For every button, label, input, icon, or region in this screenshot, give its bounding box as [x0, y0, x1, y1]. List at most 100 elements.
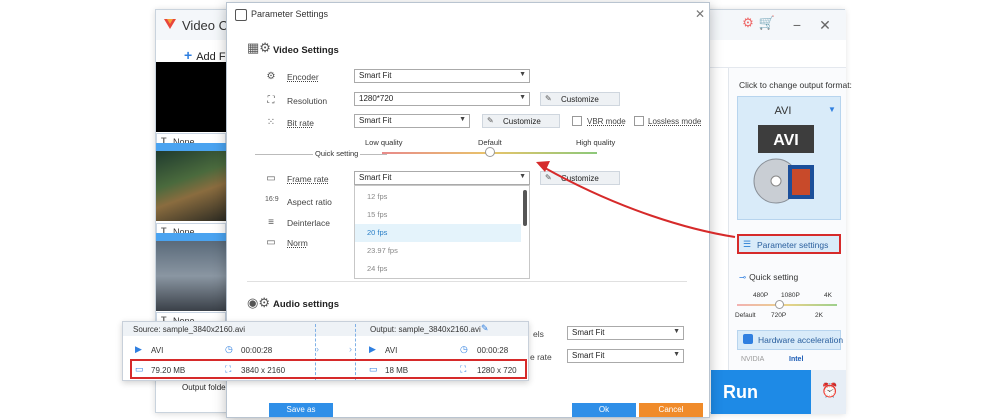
- deinterlace-label: Deinterlace: [287, 218, 330, 228]
- avi-format-icon: AVI: [753, 125, 814, 204]
- resolution-label: Resolution: [287, 96, 328, 106]
- encoder-label: Encoder: [287, 72, 319, 82]
- video-settings-heading: Video Settings: [273, 45, 339, 56]
- frame-rate-label: Frame rate: [287, 174, 329, 184]
- quality-slider-knob[interactable]: [775, 300, 784, 309]
- audio-channels-select[interactable]: Smart Fit ▼: [567, 326, 684, 340]
- frame-rate-dropdown-list[interactable]: 12 fps 15 fps 20 fps 23.97 fps 24 fps: [354, 185, 530, 279]
- fps-option[interactable]: 12 fps: [355, 188, 521, 206]
- aspect-ratio-icon: 16:9: [265, 196, 279, 203]
- edit-pencil-icon[interactable]: ✎: [481, 323, 489, 334]
- parameter-settings-label: Parameter settings: [757, 240, 829, 250]
- resolution-value: 1280*720: [359, 94, 394, 103]
- encoder-select[interactable]: Smart Fit ▼: [354, 69, 530, 83]
- settings-window-icon: [235, 9, 247, 21]
- clock-icon: ◷: [460, 344, 468, 354]
- bitrate-select[interactable]: Smart Fit ▼: [354, 114, 470, 128]
- resolution-customize-button[interactable]: ✎ Customize: [540, 92, 620, 106]
- resolution-select[interactable]: 1280*720 ▼: [354, 92, 530, 106]
- video-thumbnail-3[interactable]: [156, 241, 226, 311]
- source-output-info-panel: Source: sample_3840x2160.avi Output: sam…: [122, 321, 529, 381]
- frame-rate-icon: ▭: [266, 173, 276, 184]
- pencil-icon: ✎: [545, 94, 552, 103]
- section-divider: [247, 281, 687, 282]
- format-selector[interactable]: AVI ▼ AVI: [737, 96, 841, 220]
- fps-option[interactable]: 23.97 fps: [355, 242, 521, 260]
- dialog-title: Parameter Settings: [251, 9, 329, 19]
- aspect-ratio-label: Aspect ratio: [287, 197, 332, 207]
- fps-option[interactable]: 15 fps: [355, 206, 521, 224]
- norm-icon: ▭: [266, 237, 276, 248]
- video-file-icon: ▶: [135, 344, 142, 354]
- close-app-button[interactable]: ✕: [816, 16, 834, 34]
- customize-label: Customize: [561, 95, 599, 104]
- default-quality-label: Default: [478, 138, 502, 147]
- fps-option[interactable]: 24 fps: [355, 260, 521, 278]
- quality-slider[interactable]: [737, 304, 837, 306]
- item-status-strip: [156, 143, 226, 151]
- audio-row-label: els: [533, 329, 544, 339]
- hardware-acceleration-label: Hardware acceleration: [758, 335, 844, 345]
- deinterlace-icon: ≡: [268, 217, 274, 228]
- parameter-settings-button[interactable]: ☰ Parameter settings: [737, 234, 841, 254]
- video-file-icon: ▶: [369, 344, 376, 354]
- app-logo-icon: [164, 19, 176, 29]
- bitrate-label: Bit rate: [287, 118, 314, 128]
- chevron-right-icon: ›: [316, 344, 319, 354]
- pencil-icon: ✎: [487, 116, 494, 125]
- chevron-down-icon: ▼: [519, 94, 526, 101]
- screenshot-stage: Video Conv ⚙ 🛒 − ✕ + Add File T None T No…: [0, 0, 1000, 420]
- vbr-mode-label: VBR mode: [587, 117, 626, 126]
- frame-rate-customize-button[interactable]: ✎ Customize: [540, 171, 620, 185]
- output-format-panel: Click to change output format: AVI ▼ AVI…: [728, 68, 852, 414]
- bitrate-customize-button[interactable]: ✎ Customize: [482, 114, 560, 128]
- chip-icon: [743, 334, 753, 344]
- bitrate-value: Smart Fit: [359, 116, 392, 125]
- source-format: AVI: [151, 346, 164, 355]
- alarm-clock-button[interactable]: ⏰: [811, 370, 846, 414]
- output-filename: Output: sample_3840x2160.avi: [370, 325, 481, 334]
- ok-button[interactable]: Ok: [572, 403, 636, 417]
- item-status-strip: [156, 233, 226, 241]
- dialog-titlebar: Parameter Settings ✕: [227, 3, 709, 27]
- hardware-acceleration-toggle[interactable]: Hardware acceleration: [737, 330, 844, 350]
- close-icon[interactable]: ✕: [695, 7, 705, 21]
- audio-settings-icon: ◉⚙: [247, 295, 270, 310]
- cart-icon[interactable]: 🛒: [758, 15, 776, 33]
- highlight-box: [130, 359, 527, 379]
- source-duration: 00:00:28: [241, 346, 273, 355]
- audio-channels-value: Smart Fit: [572, 328, 605, 337]
- quick-setting-heading: ⊸ Quick setting: [739, 272, 798, 283]
- nvidia-badge: NVIDIA: [741, 356, 765, 363]
- format-hint: Click to change output format:: [739, 80, 852, 90]
- cancel-button[interactable]: Cancel: [639, 403, 703, 417]
- fps-option-selected[interactable]: 20 fps: [355, 224, 521, 242]
- tick-label: 1080P: [781, 292, 800, 299]
- output-format: AVI: [385, 346, 398, 355]
- audio-sample-rate-select[interactable]: Smart Fit ▼: [567, 349, 684, 363]
- quick-setting-knob[interactable]: [485, 147, 495, 157]
- chevron-down-icon: ▼: [673, 328, 680, 335]
- frame-rate-select[interactable]: Smart Fit ▼: [354, 171, 530, 185]
- dropdown-scrollbar[interactable]: [523, 190, 527, 226]
- save-as-button[interactable]: Save as: [269, 403, 333, 417]
- encoder-icon: ⚙: [266, 71, 276, 82]
- lossless-mode-label: Lossless mode: [648, 117, 702, 126]
- intel-badge: Intel: [789, 356, 804, 363]
- chevron-down-icon: ▼: [828, 105, 836, 114]
- tick-label: 2K: [815, 312, 823, 319]
- slider-icon: ⊸: [739, 272, 747, 282]
- alarm-clock-icon: ⏰: [821, 382, 839, 398]
- bitrate-icon: ⁙: [266, 117, 276, 128]
- run-label: Run: [723, 382, 758, 402]
- audio-sample-rate-value: Smart Fit: [572, 351, 605, 360]
- lossless-mode-checkbox[interactable]: [634, 116, 644, 126]
- minimize-button[interactable]: −: [788, 16, 806, 34]
- chevron-right-icon: ›: [349, 344, 352, 354]
- vbr-mode-checkbox[interactable]: [572, 116, 582, 126]
- settings-icon[interactable]: ⚙: [739, 15, 757, 33]
- video-thumbnail-2[interactable]: [156, 151, 226, 221]
- encoder-value: Smart Fit: [359, 71, 392, 80]
- output-duration: 00:00:28: [477, 346, 509, 355]
- video-thumbnail-1[interactable]: [156, 62, 226, 132]
